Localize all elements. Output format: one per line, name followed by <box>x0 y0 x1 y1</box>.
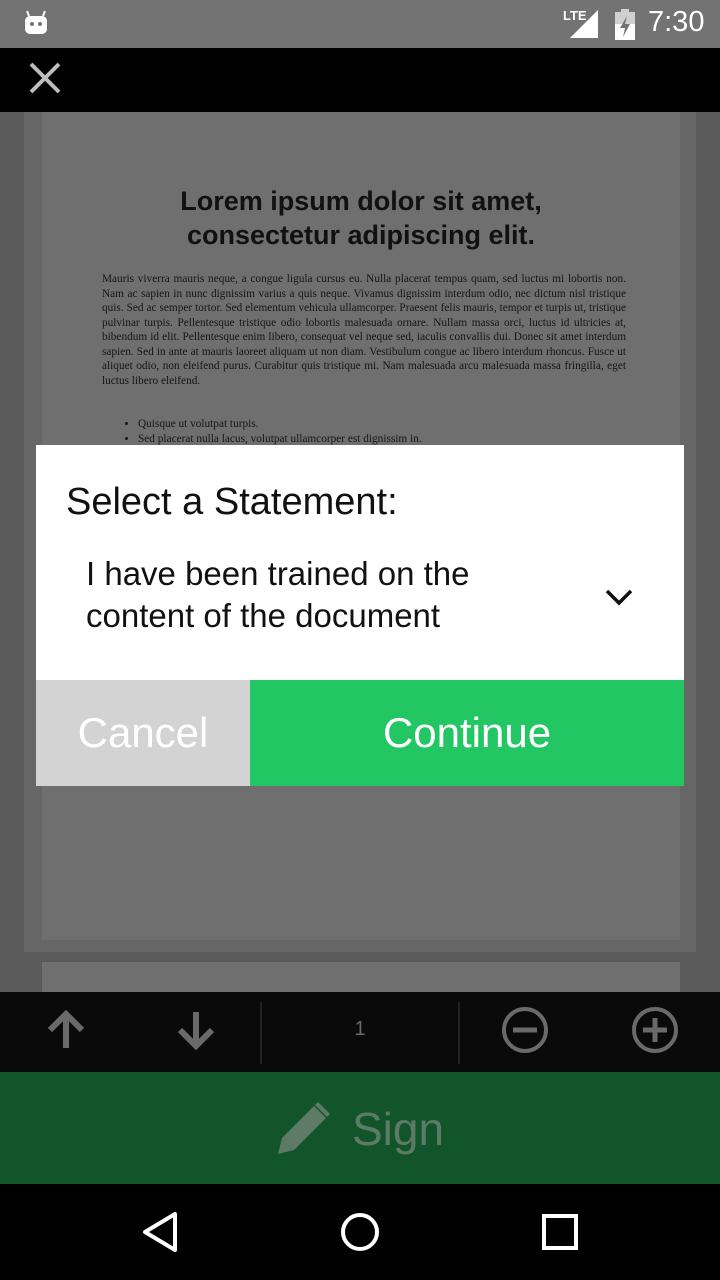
close-button[interactable] <box>22 60 68 100</box>
status-bar: LTE 7:30 <box>0 0 720 48</box>
statement-line-1: I have been trained on the <box>86 555 470 592</box>
recents-button[interactable] <box>534 1208 586 1260</box>
system-navigation-bar <box>0 1184 720 1280</box>
previous-page-button[interactable] <box>38 1004 94 1060</box>
zoom-out-button[interactable] <box>497 1004 553 1060</box>
next-page-button[interactable] <box>168 1004 224 1060</box>
dialog-title: Select a Statement: <box>66 481 398 523</box>
page-toolbar: 1 <box>0 992 720 1072</box>
document-list: Quisque ut volutpat turpis. Sed placerat… <box>120 417 618 447</box>
battery-charging-icon <box>614 9 636 45</box>
document-body: Mauris viverra mauris neque, a congue li… <box>102 273 626 387</box>
statement-select-value: I have been trained on the content of th… <box>86 553 566 637</box>
zoom-in-icon <box>630 1005 680 1059</box>
sign-button[interactable]: Sign <box>0 1072 720 1184</box>
statement-select[interactable]: I have been trained on the content of th… <box>86 553 646 653</box>
top-app-bar <box>0 48 720 112</box>
clock: 7:30 <box>648 6 705 38</box>
zoom-in-button[interactable] <box>627 1004 683 1060</box>
cell-signal-icon <box>562 8 600 44</box>
pencil-icon <box>274 1100 332 1161</box>
close-icon <box>28 61 62 99</box>
document-title-line-1: Lorem ipsum dolor sit amet, <box>180 186 542 216</box>
cancel-button[interactable]: Cancel <box>36 680 250 786</box>
recents-icon <box>541 1213 579 1255</box>
toolbar-divider <box>458 1002 460 1064</box>
home-button[interactable] <box>334 1208 386 1260</box>
sign-label: Sign <box>352 1103 445 1155</box>
android-robot-icon <box>24 10 48 40</box>
list-item: Quisque ut volutpat turpis. <box>138 417 618 432</box>
toolbar-divider <box>260 1002 262 1064</box>
arrow-down-icon <box>174 1008 218 1056</box>
document-title-line-2: consectetur adipiscing elit. <box>186 220 536 250</box>
page-number: 1 <box>354 1018 366 1040</box>
back-icon <box>140 1211 180 1257</box>
arrow-up-icon <box>44 1008 88 1056</box>
zoom-out-icon <box>500 1005 550 1059</box>
statement-dialog: Select a Statement: I have been trained … <box>36 445 684 786</box>
statement-line-2: content of the document <box>86 597 441 634</box>
chevron-down-icon <box>604 587 634 611</box>
continue-button[interactable]: Continue <box>250 680 684 786</box>
document-title: Lorem ipsum dolor sit amet, consectetur … <box>42 184 680 252</box>
back-button[interactable] <box>134 1208 186 1260</box>
home-icon <box>339 1211 381 1257</box>
